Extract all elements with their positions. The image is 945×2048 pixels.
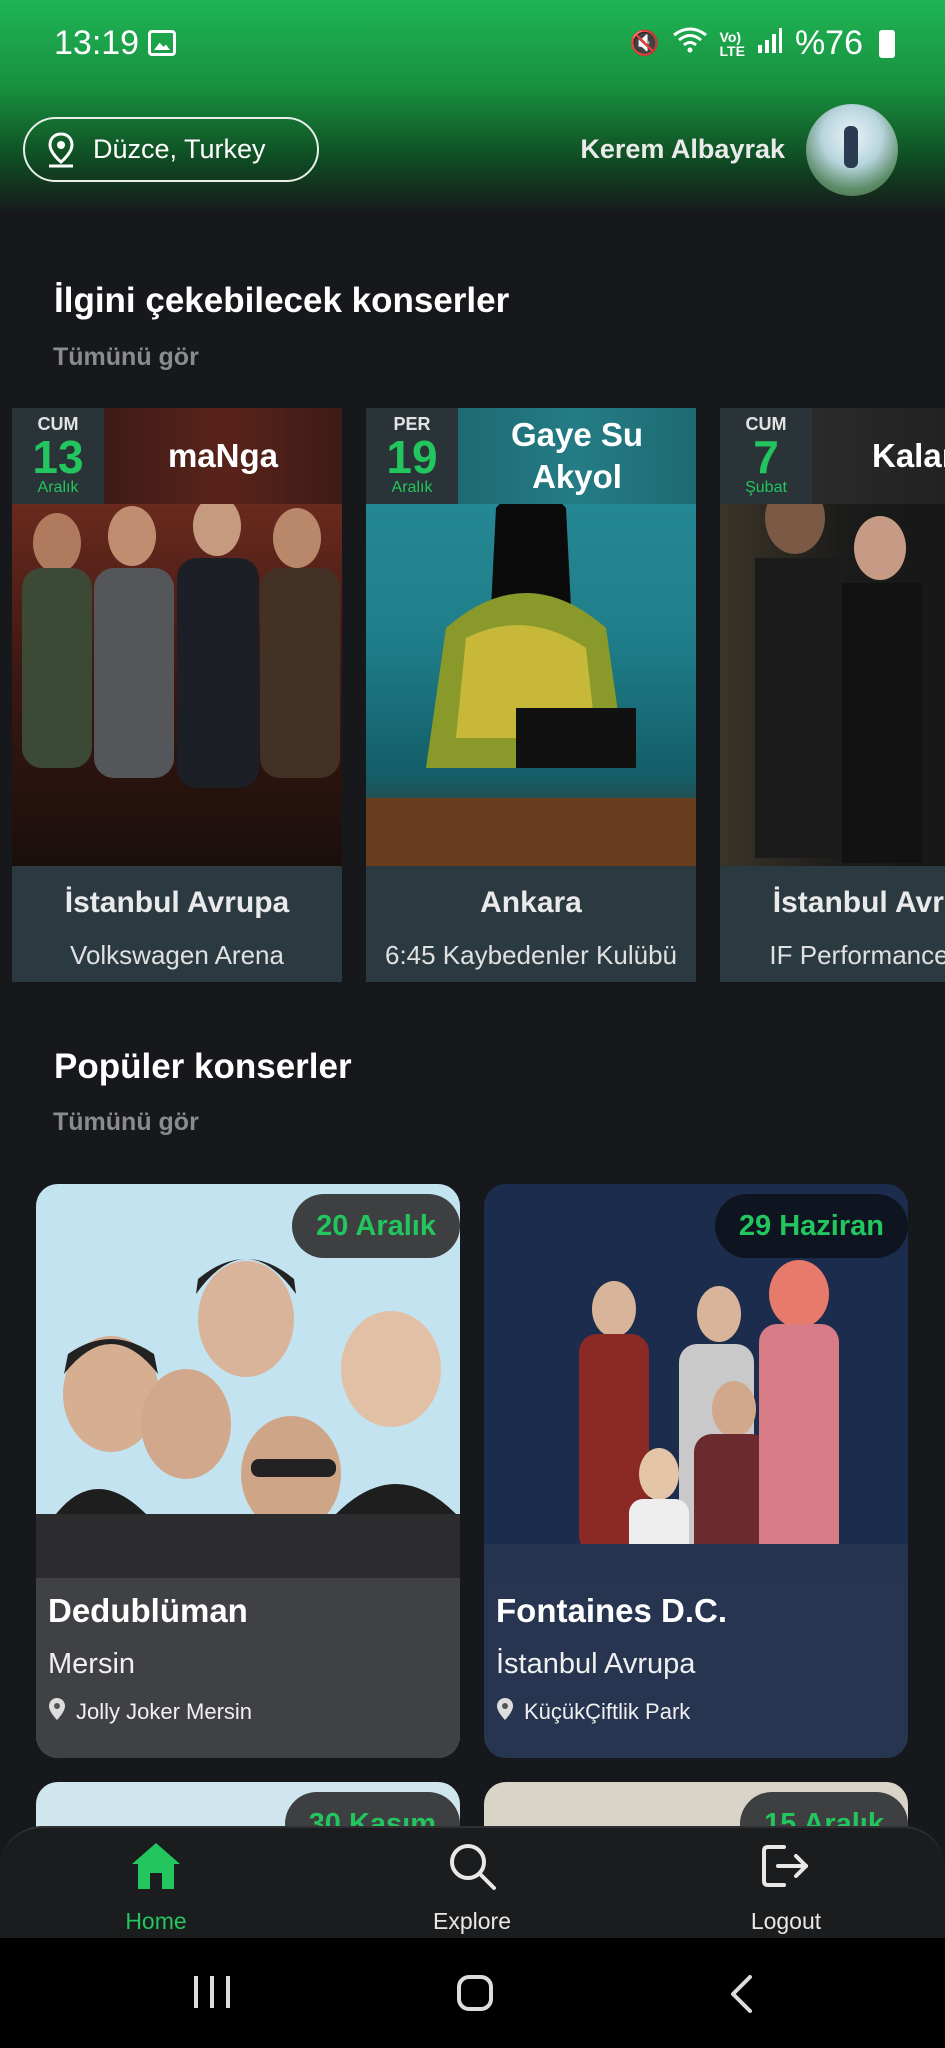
city: İstanbul Avrupa [64, 886, 290, 919]
nav-label: Explore [433, 1908, 511, 1934]
home-button-icon[interactable] [456, 1974, 494, 2017]
date-badge: CUM 7 Şubat [720, 408, 812, 504]
mute-icon: 🔇 [629, 30, 660, 57]
back-icon[interactable] [728, 1974, 754, 2019]
month: Şubat [745, 479, 787, 496]
avatar[interactable] [806, 104, 898, 196]
location-pin-icon [48, 1697, 66, 1727]
wifi-icon [672, 27, 708, 60]
month: Aralık [37, 479, 79, 496]
day-number: 19 [386, 431, 438, 483]
signal-icon [757, 27, 783, 60]
city: Ankara [480, 886, 582, 919]
location-selector[interactable]: Düzce, Turkey [23, 117, 319, 182]
card-info: Dedublüman Mersin Jolly Joker Mersin [36, 1578, 460, 1758]
day-number: 13 [32, 431, 84, 483]
status-time: 13:19 [54, 24, 140, 62]
recommended-see-all-link[interactable]: Tümünü gör [53, 343, 199, 372]
date-badge: 29 Haziran [714, 1194, 908, 1258]
venue-row: Jolly Joker Mersin [48, 1697, 448, 1727]
popular-title: Popüler konserler [54, 1047, 352, 1086]
venue: Jolly Joker Mersin [76, 1699, 253, 1724]
artist-name: Fontaines D.C. [496, 1592, 728, 1629]
venue: KüçükÇiftlik Park [524, 1699, 691, 1724]
logout-icon [706, 1838, 866, 1894]
date-badge: CUM 13 Aralık [12, 408, 104, 504]
search-icon [392, 1838, 552, 1894]
nav-home[interactable]: Home [76, 1838, 236, 1935]
bottom-navigation: Home Explore Logout [0, 1826, 945, 1938]
nav-label: Logout [750, 1908, 822, 1934]
volte-icon: Vo) LTE [719, 28, 745, 59]
status-icons: 🔇 Vo) LTE %76 [630, 24, 895, 63]
venue: IF Performance Hall [769, 940, 945, 970]
popular-see-all-link[interactable]: Tümünü gör [53, 1108, 199, 1137]
recommended-title: İlgini çekebilecek konserler [54, 281, 510, 320]
screen: 13:19 🔇 Vo) LTE %76 Düzce, Turkey Kerem A… [0, 0, 945, 2048]
location-pin-icon [496, 1697, 514, 1727]
battery-text: %76 [794, 24, 863, 62]
venue: Volkswagen Arena [70, 940, 284, 970]
day-number: 7 [753, 431, 779, 483]
artist-name: Kalandar [812, 408, 945, 504]
city: Mersin [48, 1648, 136, 1680]
venue-row: KüçükÇiftlik Park [496, 1697, 896, 1727]
system-navigation-bar [0, 1938, 945, 2048]
artist-name: maNga [104, 408, 342, 504]
gallery-icon [148, 30, 176, 56]
concert-card[interactable]: CUM 7 Şubat Kalandar İstanbul Avrupa IF … [720, 408, 945, 982]
venue: 6:45 Kaybedenler Kulübü [384, 940, 677, 970]
card-info: Fontaines D.C. İstanbul Avrupa KüçükÇift… [484, 1578, 908, 1758]
artist-name: Dedublüman [48, 1592, 248, 1629]
home-icon [76, 1838, 236, 1894]
nav-label: Home [125, 1908, 187, 1934]
nav-explore[interactable]: Explore [392, 1838, 552, 1935]
city: İstanbul Avrupa [496, 1648, 696, 1680]
date-badge: PER 19 Aralık [366, 408, 458, 504]
date-badge: 20 Aralık [292, 1194, 460, 1258]
popular-concert-card[interactable]: 20 Aralık Dedublüman Mersin Jolly Joker … [36, 1184, 460, 1758]
recent-apps-icon[interactable] [192, 1974, 232, 2015]
concert-card[interactable]: CUM 13 Aralık maNga İstanbul Avrupa Volk… [12, 408, 342, 982]
artist-name: Gaye Su Akyol [458, 408, 696, 504]
battery-icon [879, 29, 895, 58]
nav-logout[interactable]: Logout [706, 1838, 866, 1935]
status-bar: 13:19 🔇 Vo) LTE %76 [0, 0, 945, 90]
month: Aralık [391, 479, 433, 496]
popular-concert-card[interactable]: 29 Haziran Fontaines D.C. İstanbul Avrup… [484, 1184, 908, 1758]
concert-card[interactable]: PER 19 Aralık Gaye Su Akyol Ankara 6:45 … [366, 408, 696, 982]
user-name: Kerem Albayrak [580, 134, 785, 164]
location-pin-icon [47, 131, 75, 168]
city: İstanbul Avrupa [772, 886, 945, 919]
location-label: Düzce, Turkey [93, 134, 266, 164]
